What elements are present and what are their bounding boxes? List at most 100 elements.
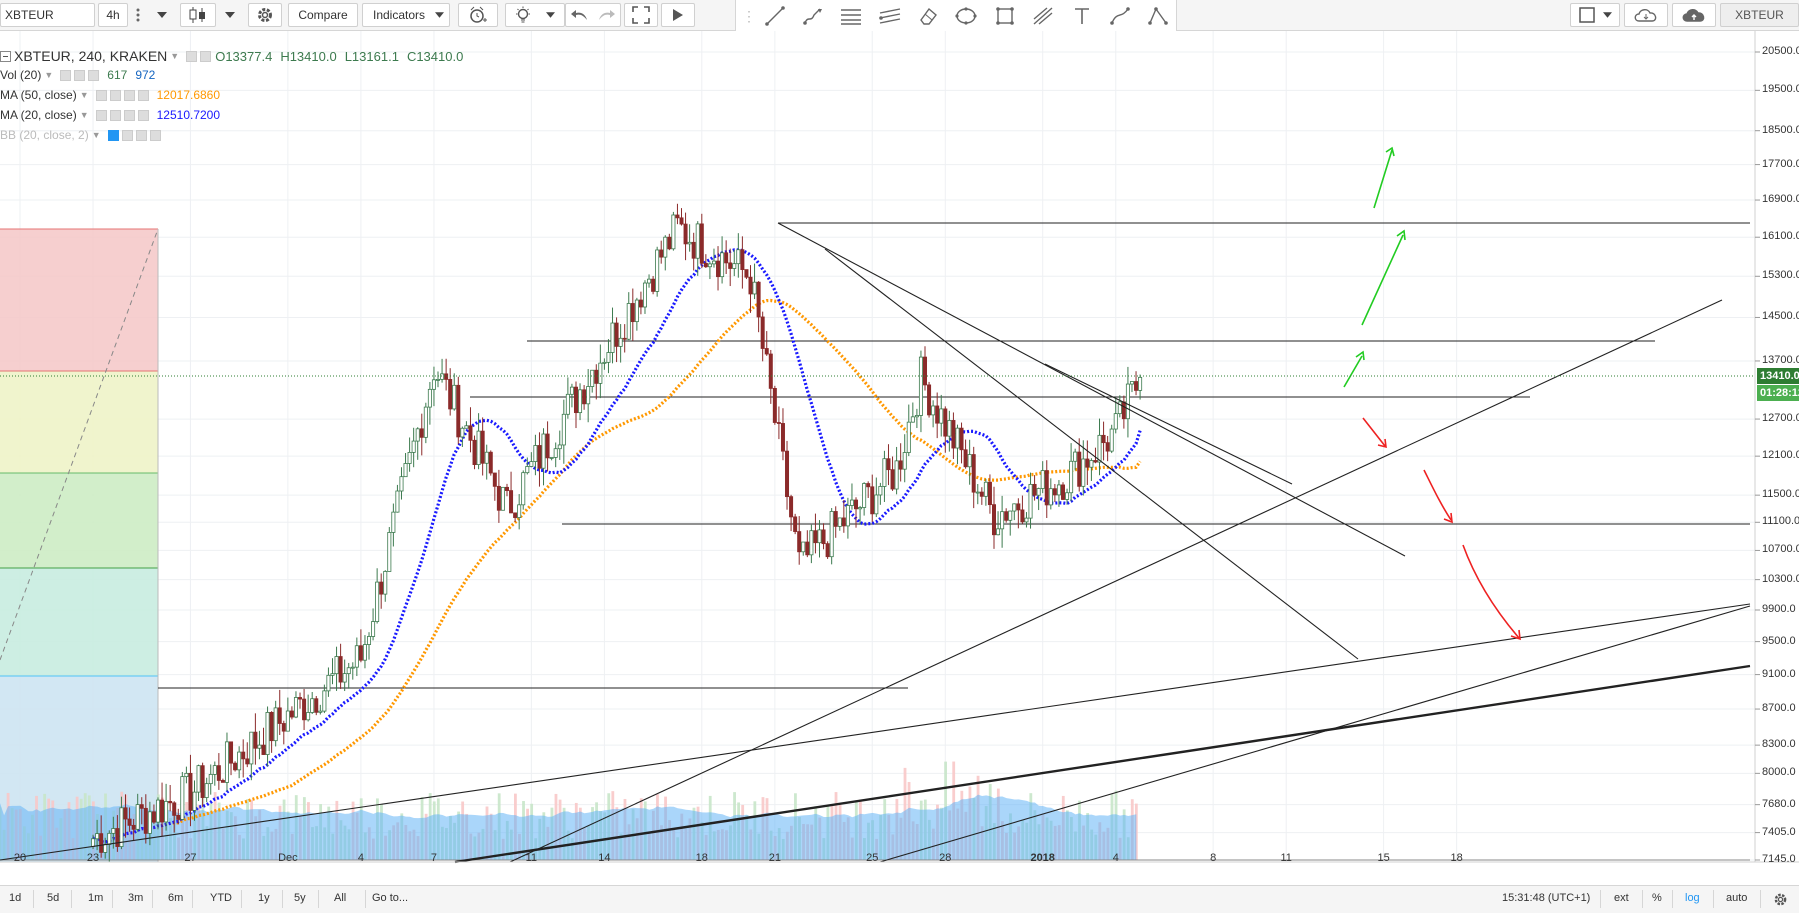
candle-body [460,427,465,438]
bb-legend[interactable]: BB (20, close, 2) ▼ [0,128,161,142]
range-button-5y[interactable]: 5y [294,892,306,904]
candle-body [196,765,201,793]
pitchfork-tool[interactable] [872,2,907,30]
drag-handle-icon[interactable]: ⋮ [742,6,756,26]
candle-body [931,405,936,416]
main-series-legend[interactable]: XBTEUR, 240, KRAKEN ▼ O13377.4 H13410.0 … [0,48,463,64]
interval-dropdown-icon[interactable] [150,3,174,27]
log-scale-toggle[interactable]: log [1685,892,1700,904]
go-to-date-button[interactable]: Go to... [372,892,408,904]
indicators-button[interactable]: Indicators [362,3,450,27]
range-separator [192,890,193,908]
more-icon[interactable] [135,129,147,141]
candle-body [939,408,944,424]
candle-body [529,461,534,467]
replay-button[interactable] [661,3,695,27]
chevron-down-icon[interactable]: ▼ [80,110,89,120]
close-icon[interactable] [149,129,161,141]
more-intervals-icon[interactable] [131,3,145,27]
hide-icon[interactable] [95,109,107,121]
price-tick-label: 18500.0 [1762,123,1799,136]
eraser-tool[interactable] [910,2,945,30]
candle-body [411,440,416,453]
text-icon [1074,8,1089,24]
horizontal-lines-tool[interactable] [834,2,869,30]
settings-button[interactable] [248,3,282,27]
play-icon [673,9,683,21]
candle-body [249,731,254,765]
time-tick-label: 4 [357,852,364,864]
trend-line-tool[interactable] [757,2,792,30]
settings-icon[interactable] [109,89,121,101]
settings-icon[interactable] [121,129,133,141]
symbol-search-input[interactable]: XBTEUR [0,3,95,27]
percent-scale-toggle[interactable]: % [1652,892,1662,904]
time-tick-label: 18 [1450,852,1463,864]
chevron-down-icon[interactable]: ▼ [170,51,179,61]
volume-legend[interactable]: Vol (20) ▼ 617 972 [0,68,155,82]
hide-icon[interactable] [186,50,198,62]
redo-icon[interactable] [596,7,616,23]
undo-icon[interactable] [570,7,590,23]
show-icon[interactable] [107,129,119,141]
save-chart-button[interactable] [1672,3,1716,27]
hide-icon[interactable] [60,69,72,81]
price-tick-label: 10300.0 [1762,572,1799,585]
auto-scale-toggle[interactable]: auto [1726,892,1747,904]
more-icon[interactable] [123,89,135,101]
chevron-down-icon[interactable]: ▼ [80,90,89,100]
brush-tool[interactable] [795,2,830,30]
candle-body [306,712,311,721]
price-chart[interactable] [0,31,1799,885]
candle-body [395,490,400,513]
ellipse-tool[interactable] [949,2,984,30]
settings-icon[interactable] [109,109,121,121]
candle-body [220,780,225,783]
interval-button[interactable]: 4h [98,3,128,27]
layout-button[interactable] [1570,3,1620,27]
time-tick-label: 8 [1210,852,1217,864]
chart-style-dropdown-icon[interactable] [218,3,242,27]
right-symbol-button[interactable]: XBTEUR [1720,3,1799,27]
ma50-legend[interactable]: MA (50, close) ▼ 12017.6860 [0,88,220,102]
time-tick-label: 15 [1377,852,1390,864]
fib-tool[interactable] [1026,2,1061,30]
range-button-5d[interactable]: 5d [47,892,59,904]
gear-icon[interactable] [1773,892,1788,907]
chart-style-button[interactable] [180,3,216,27]
range-button-ytd[interactable]: YTD [210,892,232,904]
ma20-legend[interactable]: MA (20, close) ▼ 12510.7200 [0,108,220,122]
candle-body [582,389,587,405]
price-tick-label: 19500.0 [1762,83,1799,96]
settings-icon[interactable] [74,69,86,81]
path-tool[interactable] [1102,2,1137,30]
price-tick-label: 9100.0 [1762,667,1796,680]
chevron-down-icon[interactable]: ▼ [44,70,53,80]
extended-hours-toggle[interactable]: ext [1614,892,1629,904]
more-icon[interactable] [123,109,135,121]
clock-label[interactable]: 15:31:48 (UTC+1) [1502,892,1590,904]
more-icon[interactable] [88,69,100,81]
range-button-1y[interactable]: 1y [258,892,270,904]
range-button-1m[interactable]: 1m [88,892,103,904]
alert-button[interactable] [458,3,498,27]
close-icon[interactable] [137,89,149,101]
pattern-tool[interactable] [1141,2,1176,30]
text-tool[interactable] [1064,2,1099,30]
load-chart-button[interactable] [1624,3,1668,27]
settings-icon[interactable] [200,50,212,62]
range-button-6m[interactable]: 6m [168,892,183,904]
range-button-all[interactable]: All [334,892,346,904]
collapse-icon[interactable] [0,50,11,62]
close-icon[interactable] [137,109,149,121]
range-button-3m[interactable]: 3m [128,892,143,904]
fib-retracement[interactable] [0,228,159,862]
hide-icon[interactable] [95,89,107,101]
fullscreen-button[interactable] [624,3,658,27]
ideas-button[interactable] [505,3,565,27]
chevron-down-icon[interactable]: ▼ [92,130,101,140]
compare-button[interactable]: Compare [288,3,358,27]
rectangle-tool[interactable] [987,2,1022,30]
price-tick-label: 7145.0 [1762,853,1796,865]
range-button-1d[interactable]: 1d [9,892,21,904]
